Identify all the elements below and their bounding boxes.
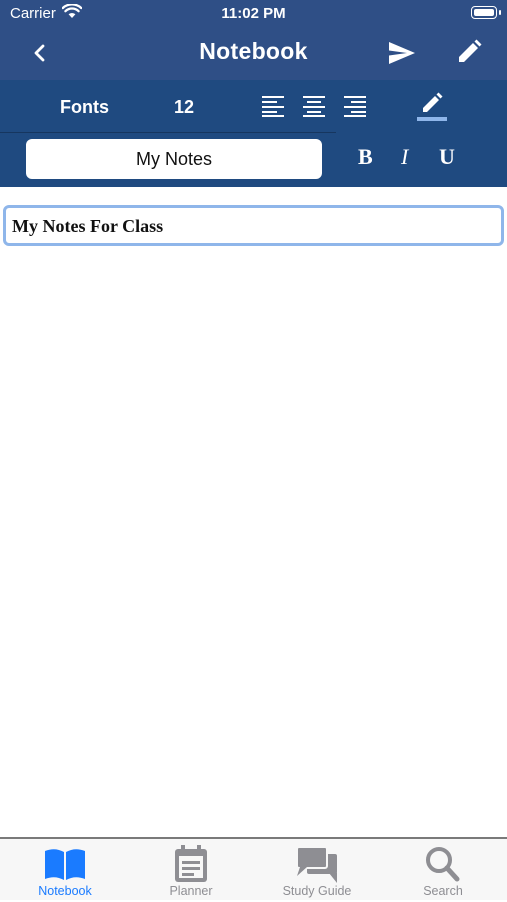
text-color-icon[interactable] <box>416 89 448 123</box>
toolbar-row-top: Fonts 12 <box>0 80 507 133</box>
tab-planner-label: Planner <box>169 884 213 898</box>
planner-icon <box>169 845 213 885</box>
notebook-name-field[interactable]: My Notes <box>26 139 322 179</box>
page-title: Notebook <box>199 38 308 64</box>
bold-button[interactable]: B <box>358 144 373 170</box>
align-right-icon[interactable] <box>343 94 367 118</box>
search-icon <box>421 845 465 885</box>
book-icon <box>43 845 87 885</box>
note-title: My Notes For Class <box>12 216 164 236</box>
tab-study-guide-label: Study Guide <box>282 884 352 898</box>
tab-planner[interactable]: Planner <box>128 839 254 902</box>
status-bar: Carrier 11:02 PM <box>0 0 507 28</box>
edit-pencil-icon[interactable] <box>454 37 484 67</box>
tab-search-label: Search <box>423 884 463 898</box>
tab-search[interactable]: Search <box>380 839 506 902</box>
tab-notebook[interactable]: Notebook <box>2 839 128 902</box>
tab-study-guide[interactable]: Study Guide <box>254 839 380 902</box>
formatting-toolbar: Fonts 12 My Notes B I U <box>0 80 507 187</box>
toolbar-row-bottom: My Notes B I U <box>0 133 507 187</box>
align-center-icon[interactable] <box>302 94 326 118</box>
tab-bar: Notebook Planner Study Guide Search <box>0 837 507 900</box>
tab-notebook-label: Notebook <box>38 884 92 898</box>
editor-underline <box>12 243 495 246</box>
align-left-icon[interactable] <box>261 94 285 118</box>
underline-button[interactable]: U <box>439 144 455 170</box>
header: Carrier 11:02 PM Notebook <box>0 0 507 80</box>
italic-button[interactable]: I <box>401 144 408 170</box>
clock: 11:02 PM <box>221 5 286 22</box>
note-editor[interactable]: My Notes For Class <box>3 205 504 246</box>
chat-icon <box>295 845 339 885</box>
nav-bar: Notebook <box>0 28 507 80</box>
font-size-button[interactable]: 12 <box>174 97 194 118</box>
send-icon[interactable] <box>386 38 418 68</box>
fonts-button[interactable]: Fonts <box>60 97 109 118</box>
battery-icon <box>471 6 501 19</box>
